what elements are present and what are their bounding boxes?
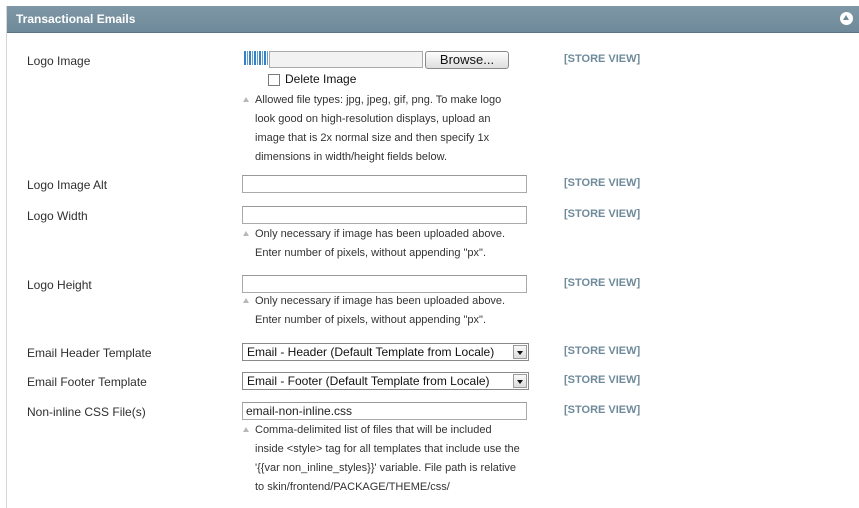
email-footer-template-value: Email - Footer (Default Template from Lo… <box>247 374 490 388</box>
note-triangle-icon <box>243 231 249 236</box>
email-footer-template-select[interactable]: Email - Footer (Default Template from Lo… <box>242 372 529 390</box>
section-title: Transactional Emails <box>16 12 136 26</box>
email-footer-template-label: Email Footer Template <box>27 375 147 389</box>
logo-image-alt-label: Logo Image Alt <box>27 178 108 192</box>
email-footer-template-scope: [STORE VIEW] <box>564 374 641 386</box>
chevron-down-icon[interactable] <box>513 374 527 388</box>
logo-height-label: Logo Height <box>27 278 92 292</box>
note-triangle-icon <box>243 97 249 102</box>
collapse-icon[interactable] <box>840 12 853 25</box>
non-inline-css-note: Comma-delimited list of files that will … <box>243 421 520 497</box>
logo-image-scope: [STORE VIEW] <box>564 53 641 65</box>
section-header[interactable]: Transactional Emails <box>7 6 859 33</box>
chevron-down-icon[interactable] <box>513 345 527 359</box>
email-header-template-label: Email Header Template <box>27 346 152 360</box>
delete-image-checkbox[interactable] <box>268 74 280 86</box>
non-inline-css-scope: [STORE VIEW] <box>564 404 641 416</box>
logo-thumbnail[interactable] <box>244 51 268 65</box>
email-header-template-select[interactable]: Email - Header (Default Template from Lo… <box>242 343 529 361</box>
email-header-template-value: Email - Header (Default Template from Lo… <box>247 345 495 359</box>
logo-width-scope: [STORE VIEW] <box>564 208 641 220</box>
logo-height-input[interactable] <box>242 275 527 293</box>
logo-height-scope: [STORE VIEW] <box>564 277 641 289</box>
logo-image-label: Logo Image <box>27 54 91 68</box>
non-inline-css-input[interactable] <box>242 402 527 420</box>
browse-button[interactable]: Browse... <box>425 51 509 69</box>
logo-image-alt-scope: [STORE VIEW] <box>564 177 641 189</box>
logo-width-input[interactable] <box>242 206 527 224</box>
logo-file-input[interactable] <box>269 51 423 68</box>
email-header-template-scope: [STORE VIEW] <box>564 345 641 357</box>
logo-height-note: Only necessary if image has been uploade… <box>243 292 505 330</box>
non-inline-css-label: Non-inline CSS File(s) <box>27 405 146 419</box>
logo-width-note: Only necessary if image has been uploade… <box>243 225 505 263</box>
logo-image-note: Allowed file types: jpg, jpeg, gif, png.… <box>243 91 501 167</box>
note-triangle-icon <box>243 427 249 432</box>
note-triangle-icon <box>243 298 249 303</box>
logo-image-alt-input[interactable] <box>242 175 527 193</box>
delete-image-label: Delete Image <box>285 72 357 86</box>
logo-width-label: Logo Width <box>27 209 88 223</box>
